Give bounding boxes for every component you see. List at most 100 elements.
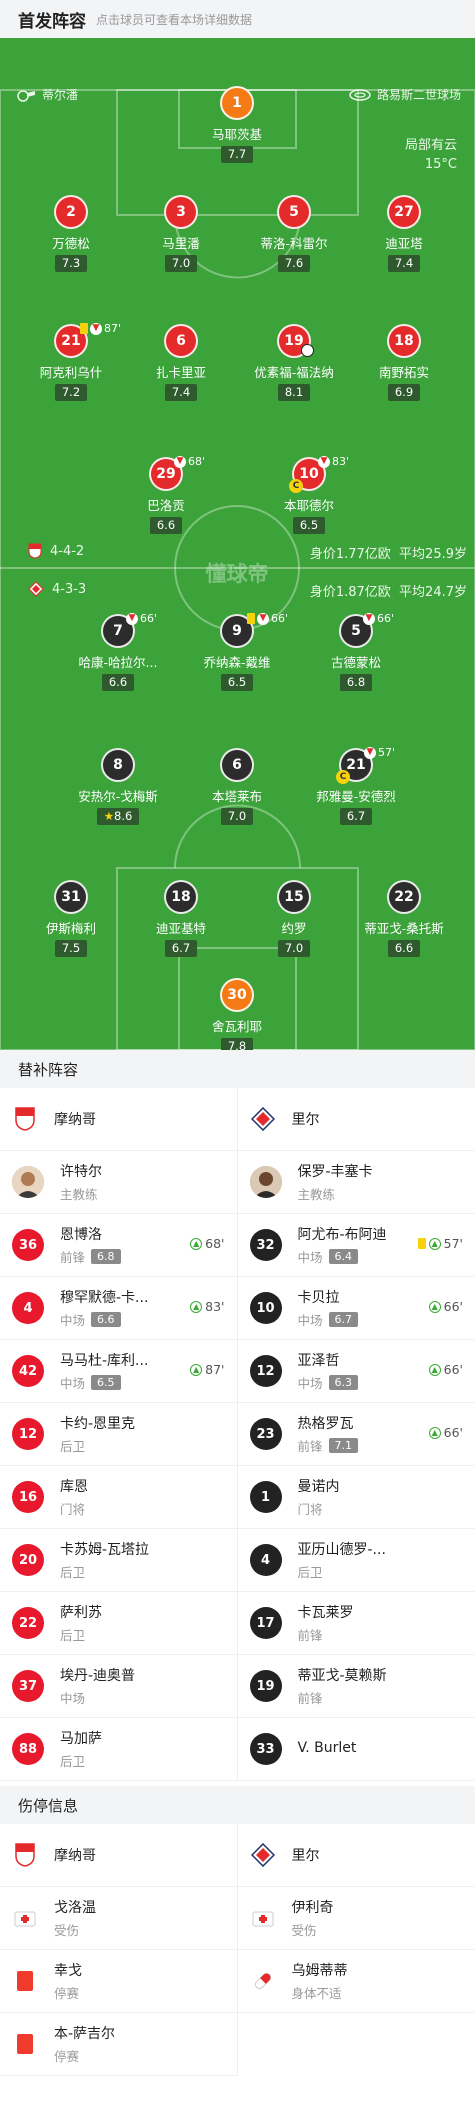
player-away-21[interactable]: 21 C 邦雅曼-安德烈 6.7 (301, 748, 411, 825)
sub-minute: 68' (188, 455, 206, 468)
player-away-30[interactable]: 30 舍瓦利耶 7.8 (182, 978, 292, 1050)
sub-position: 前锋 (297, 1691, 323, 1706)
sub-in-time: ▲ 66' (428, 1362, 463, 1377)
sub-row[interactable]: 88 马加萨 后卫 (0, 1718, 237, 1781)
sub-minute: 66' (377, 612, 395, 625)
sub-row[interactable]: 10 卡贝拉 中场 6.7 ▲ 66' (237, 1277, 475, 1340)
sub-row[interactable]: 4 亚历山德罗-... 后卫 (237, 1529, 475, 1592)
player-home-10[interactable]: 10 C 本耶德尔 6.5 (254, 457, 364, 534)
injury-player-name: 伊利奇 (291, 1900, 334, 1916)
pitch: 蒂尔潘 路易斯二世球场 局部有云 15°C 1 马耶茨基 7.7 2 万德松 7… (0, 38, 475, 1050)
watermark: 懂球帝 (205, 562, 269, 586)
team-header-away: 里尔 (237, 1088, 475, 1151)
injury-row[interactable]: 乌姆蒂蒂 身体不适 (237, 1950, 475, 2013)
player-rating: 7.6 (277, 255, 311, 272)
player-away-5[interactable]: 5 古德蒙松 6.8 (301, 614, 411, 691)
player-away-31[interactable]: 31 伊斯梅利 7.5 (16, 880, 126, 957)
sub-row[interactable]: 17 卡瓦莱罗 前锋 (237, 1592, 475, 1655)
sub-row[interactable]: 33 V. Burlet (237, 1718, 475, 1781)
sub-in-icon: ▲ (428, 1426, 441, 1439)
sub-rating: 6.4 (328, 1249, 359, 1264)
sub-number: 33 (249, 1733, 282, 1765)
player-number: 15 (277, 880, 311, 914)
player-name: 迪亚基特 (155, 921, 206, 936)
sub-row[interactable]: 20 卡苏姆-瓦塔拉 后卫 (0, 1529, 237, 1592)
subs-title: 替补阵容 (0, 1050, 475, 1088)
sub-row[interactable]: 4 穆罕默德-卡... 中场 6.6 ▲ 83' (0, 1277, 237, 1340)
sub-in-time: ▲ 83' (190, 1299, 225, 1314)
subs-section: 替补阵容 摩纳哥 许特尔 主教练 36 恩博洛 前锋 6.8 ▲ 68' 4 穆罕默德-… (0, 1050, 475, 1781)
injury-player-name: 乌姆蒂蒂 (291, 1963, 348, 1979)
player-name: 舍瓦利耶 (211, 1019, 262, 1034)
player-away-22[interactable]: 22 蒂亚戈-桑托斯 6.6 (349, 880, 459, 957)
player-home-27[interactable]: 27 迪亚塔 7.4 (349, 195, 459, 272)
player-away-6[interactable]: 6 本塔莱布 7.0 (182, 748, 292, 825)
sub-position: 中场 (60, 1376, 86, 1391)
sub-row[interactable]: 1 曼诺内 门将 (237, 1466, 475, 1529)
player-home-1[interactable]: 1 马耶茨基 7.7 (182, 86, 292, 163)
player-home-21[interactable]: 21 阿克利乌什 7.2 (16, 324, 126, 401)
injury-row[interactable]: 本-萨吉尔 停赛 (0, 2013, 237, 2076)
player-away-7[interactable]: 7 哈康-哈拉尔... 6.6 (63, 614, 173, 691)
player-home-2[interactable]: 2 万德松 7.3 (16, 195, 126, 272)
player-number: 30 (220, 978, 254, 1012)
player-name: 南野拓实 (378, 365, 429, 380)
injury-row[interactable]: 伊利奇 受伤 (237, 1887, 475, 1950)
monaco-logo-icon (12, 1842, 38, 1868)
captain-badge: C (336, 770, 350, 784)
player-rating: 7.4 (164, 384, 198, 401)
sub-row[interactable]: 12 亚泽哲 中场 6.3 ▲ 66' (237, 1340, 475, 1403)
sub-out-icon: ▼ (318, 455, 330, 468)
sub-in-icon: ▲ (190, 1363, 203, 1376)
sub-rating: 6.7 (328, 1312, 359, 1327)
sub-number: 37 (12, 1670, 44, 1702)
player-away-8[interactable]: 8 安热尔-戈梅斯 ★8.6 (63, 748, 173, 825)
injury-status: 受伤 (54, 1923, 80, 1938)
injury-row[interactable]: 戈洛温 受伤 (0, 1887, 237, 1950)
player-number: 6 (220, 748, 254, 782)
goal-ball-icon (301, 344, 314, 357)
sub-row[interactable]: 12 卡约-恩里克 后卫 (0, 1403, 237, 1466)
monaco-logo-icon (12, 1106, 38, 1132)
sub-position: 后卫 (60, 1565, 86, 1580)
sub-number: 10 (249, 1292, 282, 1324)
player-rating: 7.5 (54, 940, 88, 957)
sub-row[interactable]: 36 恩博洛 前锋 6.8 ▲ 68' (0, 1214, 237, 1277)
sub-row[interactable]: 22 萨利苏 后卫 (0, 1592, 237, 1655)
injury-row[interactable]: 幸戈 停赛 (0, 1950, 237, 2013)
player-home-5[interactable]: 5 蒂洛-科雷尔 7.6 (239, 195, 349, 272)
sub-number: 20 (12, 1544, 44, 1576)
weather-condition: 局部有云 (404, 138, 457, 153)
sub-row[interactable]: 37 埃丹-迪奥普 中场 (0, 1655, 237, 1718)
player-home-3[interactable]: 3 马里潘 7.0 (126, 195, 236, 272)
sub-row[interactable]: 42 马马杜-库利... 中场 6.5 ▲ 87' (0, 1340, 237, 1403)
sub-row[interactable]: 23 热格罗瓦 前锋 7.1 ▲ 66' (237, 1403, 475, 1466)
coach-name: 保罗-丰塞卡 (297, 1164, 373, 1180)
player-home-18[interactable]: 18 南野拓实 6.9 (349, 324, 459, 401)
player-events: ▼ 68' (174, 455, 205, 468)
player-home-6[interactable]: 6 扎卡里亚 7.4 (126, 324, 236, 401)
injury-section: 伤停信息 摩纳哥 戈洛温 受伤 幸戈 停赛 本-萨吉尔 停赛 里尔 伊利奇 受伤… (0, 1786, 475, 2076)
sub-row[interactable]: 19 蒂亚戈-莫赖斯 前锋 (237, 1655, 475, 1718)
player-away-9[interactable]: 9 乔纳森-戴维 6.5 (182, 614, 292, 691)
player-rating-value: 8.6 (114, 809, 133, 823)
sub-name: 阿尤布-布阿迪 (297, 1227, 387, 1243)
weather-temp: 15°C (424, 157, 457, 172)
player-home-29[interactable]: 29 巴洛贡 6.6 (111, 457, 221, 534)
sub-row[interactable]: 32 阿尤布-布阿迪 中场 6.4 ▲ 57' (237, 1214, 475, 1277)
player-home-19[interactable]: 19 优素福-福法纳 8.1 (239, 324, 349, 401)
sub-in-minute: 66' (443, 1362, 463, 1377)
lineup-hint: 点击球员可查看本场详细数据 (96, 12, 253, 27)
player-rating: ★8.6 (96, 808, 140, 825)
player-events: ▼ 87' (80, 322, 121, 335)
player-name: 古德蒙松 (330, 655, 381, 670)
player-away-18[interactable]: 18 迪亚基特 6.7 (126, 880, 236, 957)
sub-row[interactable]: 16 库恩 门将 (0, 1466, 237, 1529)
coach-row[interactable]: 保罗-丰塞卡 主教练 (237, 1151, 475, 1214)
player-away-15[interactable]: 15 约罗 7.0 (239, 880, 349, 957)
away-team-value: 身价1.87亿欧 平均24.7岁 (310, 581, 467, 600)
coach-row[interactable]: 许特尔 主教练 (0, 1151, 237, 1214)
lille-logo-icon (250, 1842, 276, 1868)
player-name: 乔纳森-戴维 (203, 655, 271, 670)
sub-name: V. Burlet (297, 1739, 357, 1756)
